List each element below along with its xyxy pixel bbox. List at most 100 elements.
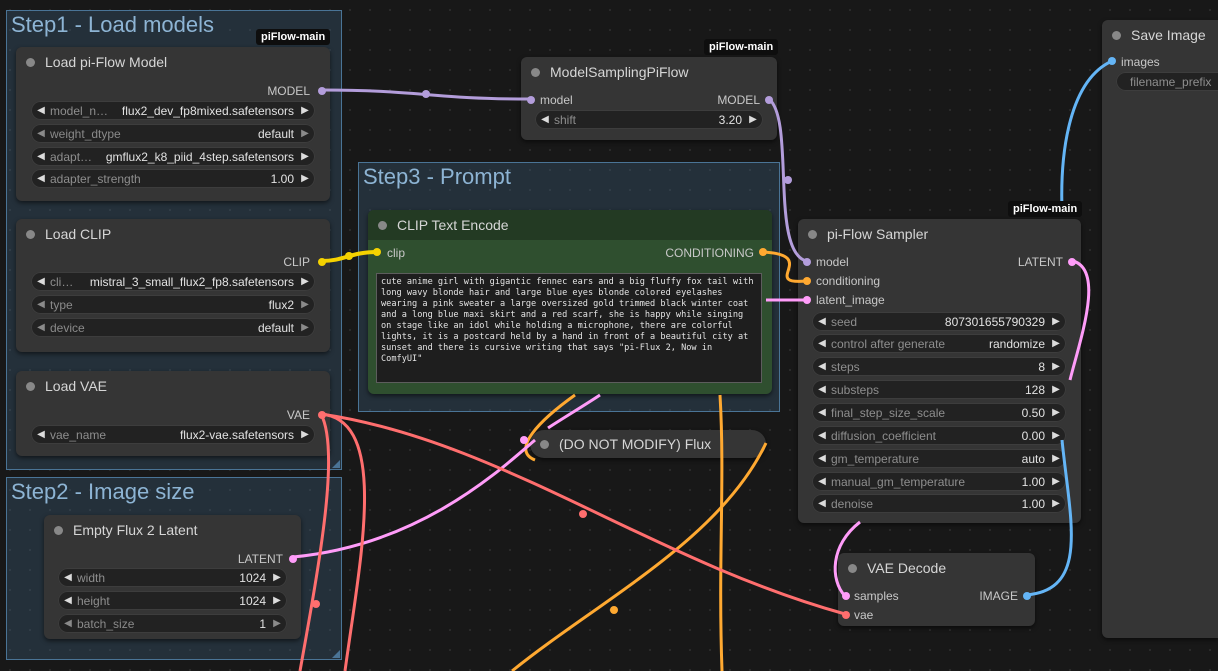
node-load-vae[interactable]: Load VAE VAE ◀ vae_name flux2-vae.safetens… <box>16 371 330 456</box>
arrow-right-icon[interactable]: ▶ <box>298 429 312 440</box>
collapse-dot-icon[interactable] <box>848 563 857 573</box>
manual-gm-temperature-number[interactable]: ◀ manual_gm_temperature 1.00 ▶ <box>812 472 1066 491</box>
denoise-number[interactable]: ◀ denoise 1.00 ▶ <box>812 494 1066 513</box>
collapse-dot-icon[interactable] <box>808 229 817 239</box>
filename-prefix-input[interactable]: filename_prefix <box>1116 72 1218 91</box>
arrow-left-icon[interactable]: ◀ <box>815 430 829 441</box>
model-input-slot-icon[interactable] <box>527 96 535 104</box>
conditioning-output-slot-icon[interactable] <box>759 248 767 256</box>
arrow-right-icon[interactable]: ▶ <box>1049 316 1063 327</box>
arrow-right-icon[interactable]: ▶ <box>298 105 312 116</box>
vae-output-slot-icon[interactable] <box>318 411 326 419</box>
seed-number[interactable]: ◀ seed 807301655790329 ▶ <box>812 312 1066 331</box>
arrow-left-icon[interactable]: ◀ <box>815 316 829 327</box>
arrow-left-icon[interactable]: ◀ <box>538 114 552 125</box>
arrow-right-icon[interactable]: ▶ <box>1049 476 1063 487</box>
gm-temperature-combo[interactable]: ◀ gm_temperature auto ▶ <box>812 449 1066 468</box>
arrow-right-icon[interactable]: ▶ <box>1049 498 1063 509</box>
arrow-right-icon[interactable]: ▶ <box>298 151 312 162</box>
width-number[interactable]: ◀ width 1024 ▶ <box>58 568 287 587</box>
arrow-left-icon[interactable]: ◀ <box>34 299 48 310</box>
arrow-right-icon[interactable]: ▶ <box>270 618 284 629</box>
steps-number[interactable]: ◀ steps 8 ▶ <box>812 357 1066 376</box>
arrow-right-icon[interactable]: ▶ <box>1049 430 1063 441</box>
arrow-right-icon[interactable]: ▶ <box>1049 361 1063 372</box>
node-title[interactable]: CLIP Text Encode <box>368 210 772 240</box>
node-piflow-sampler[interactable]: pi-Flow Sampler model LATENT conditionin… <box>798 219 1081 523</box>
node-title[interactable]: VAE Decode <box>838 553 1035 583</box>
arrow-left-icon[interactable]: ◀ <box>815 407 829 418</box>
arrow-right-icon[interactable]: ▶ <box>1049 384 1063 395</box>
vae-name-combo[interactable]: ◀ vae_name flux2-vae.safetensors ▶ <box>31 425 315 444</box>
arrow-left-icon[interactable]: ◀ <box>815 384 829 395</box>
node-clip-text-encode[interactable]: CLIP Text Encode clip CONDITIONING cute … <box>368 210 772 394</box>
collapse-dot-icon[interactable] <box>54 525 63 535</box>
arrow-right-icon[interactable]: ▶ <box>298 128 312 139</box>
model-output-slot-icon[interactable] <box>765 96 773 104</box>
model-name-combo[interactable]: ◀ model_n… flux2_dev_fp8mixed.safetensors ▶ <box>31 101 315 120</box>
clip-output-slot-icon[interactable] <box>318 258 326 266</box>
arrow-left-icon[interactable]: ◀ <box>61 618 75 629</box>
node-title[interactable]: Load pi-Flow Model <box>16 47 330 77</box>
prompt-textarea[interactable]: cute anime girl with gigantic fennec ear… <box>376 273 762 383</box>
node-title[interactable]: Save Image <box>1102 20 1218 50</box>
arrow-left-icon[interactable]: ◀ <box>815 453 829 464</box>
collapse-dot-icon[interactable] <box>26 57 35 67</box>
clip-name-combo[interactable]: ◀ cli… mistral_3_small_flux2_fp8.safetenso… <box>31 272 315 291</box>
arrow-left-icon[interactable]: ◀ <box>815 476 829 487</box>
samples-input-slot-icon[interactable] <box>842 592 850 600</box>
substeps-number[interactable]: ◀ substeps 128 ▶ <box>812 380 1066 399</box>
shift-number[interactable]: ◀ shift 3.20 ▶ <box>535 110 763 129</box>
arrow-right-icon[interactable]: ▶ <box>298 173 312 184</box>
node-save-image[interactable]: Save Image images filename_prefix <box>1102 20 1218 638</box>
node-flux-reroute[interactable]: (DO NOT MODIFY) Flux <box>530 430 766 458</box>
arrow-left-icon[interactable]: ◀ <box>815 361 829 372</box>
latent-output-slot-icon[interactable] <box>289 555 297 563</box>
images-input-slot-icon[interactable] <box>1108 57 1116 65</box>
adapter-combo[interactable]: ◀ adapt… gmflux2_k8_piid_4step.safetensors… <box>31 147 315 166</box>
arrow-left-icon[interactable]: ◀ <box>34 429 48 440</box>
model-input-slot-icon[interactable] <box>803 258 811 266</box>
group-resize-handle[interactable] <box>332 460 340 468</box>
adapter-strength-number[interactable]: ◀ adapter_strength 1.00 ▶ <box>31 169 315 188</box>
collapse-dot-icon[interactable] <box>26 381 35 391</box>
arrow-left-icon[interactable]: ◀ <box>815 338 829 349</box>
arrow-right-icon[interactable]: ▶ <box>270 572 284 583</box>
node-title[interactable]: ModelSamplingPiFlow <box>521 57 777 87</box>
latent-input-slot-icon[interactable] <box>803 296 811 304</box>
collapse-dot-icon[interactable] <box>378 220 387 230</box>
batch-size-number[interactable]: ◀ batch_size 1 ▶ <box>58 614 287 633</box>
node-load-clip[interactable]: Load CLIP CLIP ◀ cli… mistral_3_small_flux… <box>16 219 330 352</box>
arrow-left-icon[interactable]: ◀ <box>34 173 48 184</box>
node-title[interactable]: Load CLIP <box>16 219 330 249</box>
device-combo[interactable]: ◀ device default ▶ <box>31 318 315 337</box>
vae-input-slot-icon[interactable] <box>842 611 850 619</box>
height-number[interactable]: ◀ height 1024 ▶ <box>58 591 287 610</box>
arrow-left-icon[interactable]: ◀ <box>34 105 48 116</box>
node-title[interactable]: Load VAE <box>16 371 330 401</box>
collapse-dot-icon[interactable] <box>540 439 549 449</box>
arrow-right-icon[interactable]: ▶ <box>298 322 312 333</box>
model-output-slot-icon[interactable] <box>318 87 326 95</box>
final-step-size-scale-number[interactable]: ◀ final_step_size_scale 0.50 ▶ <box>812 403 1066 422</box>
arrow-left-icon[interactable]: ◀ <box>34 151 48 162</box>
control-after-generate-combo[interactable]: ◀ control after generate randomize ▶ <box>812 334 1066 353</box>
weight-dtype-combo[interactable]: ◀ weight_dtype default ▶ <box>31 124 315 143</box>
node-load-piflow-model[interactable]: Load pi-Flow Model MODEL ◀ model_n… flux2_… <box>16 47 330 201</box>
arrow-right-icon[interactable]: ▶ <box>298 299 312 310</box>
arrow-right-icon[interactable]: ▶ <box>298 276 312 287</box>
arrow-left-icon[interactable]: ◀ <box>815 498 829 509</box>
arrow-left-icon[interactable]: ◀ <box>34 276 48 287</box>
node-title[interactable]: (DO NOT MODIFY) Flux <box>530 430 766 458</box>
arrow-right-icon[interactable]: ▶ <box>746 114 760 125</box>
node-vae-decode[interactable]: VAE Decode samples IMAGE vae <box>838 553 1035 626</box>
group-resize-handle[interactable] <box>332 650 340 658</box>
collapse-dot-icon[interactable] <box>531 67 540 77</box>
clip-input-slot-icon[interactable] <box>373 248 381 256</box>
node-model-sampling-piflow[interactable]: ModelSamplingPiFlow model MODEL ◀ shift 3.… <box>521 57 777 140</box>
arrow-right-icon[interactable]: ▶ <box>1049 338 1063 349</box>
arrow-left-icon[interactable]: ◀ <box>34 128 48 139</box>
node-title[interactable]: pi-Flow Sampler <box>798 219 1081 249</box>
diffusion-coefficient-number[interactable]: ◀ diffusion_coefficient 0.00 ▶ <box>812 426 1066 445</box>
arrow-right-icon[interactable]: ▶ <box>1049 453 1063 464</box>
